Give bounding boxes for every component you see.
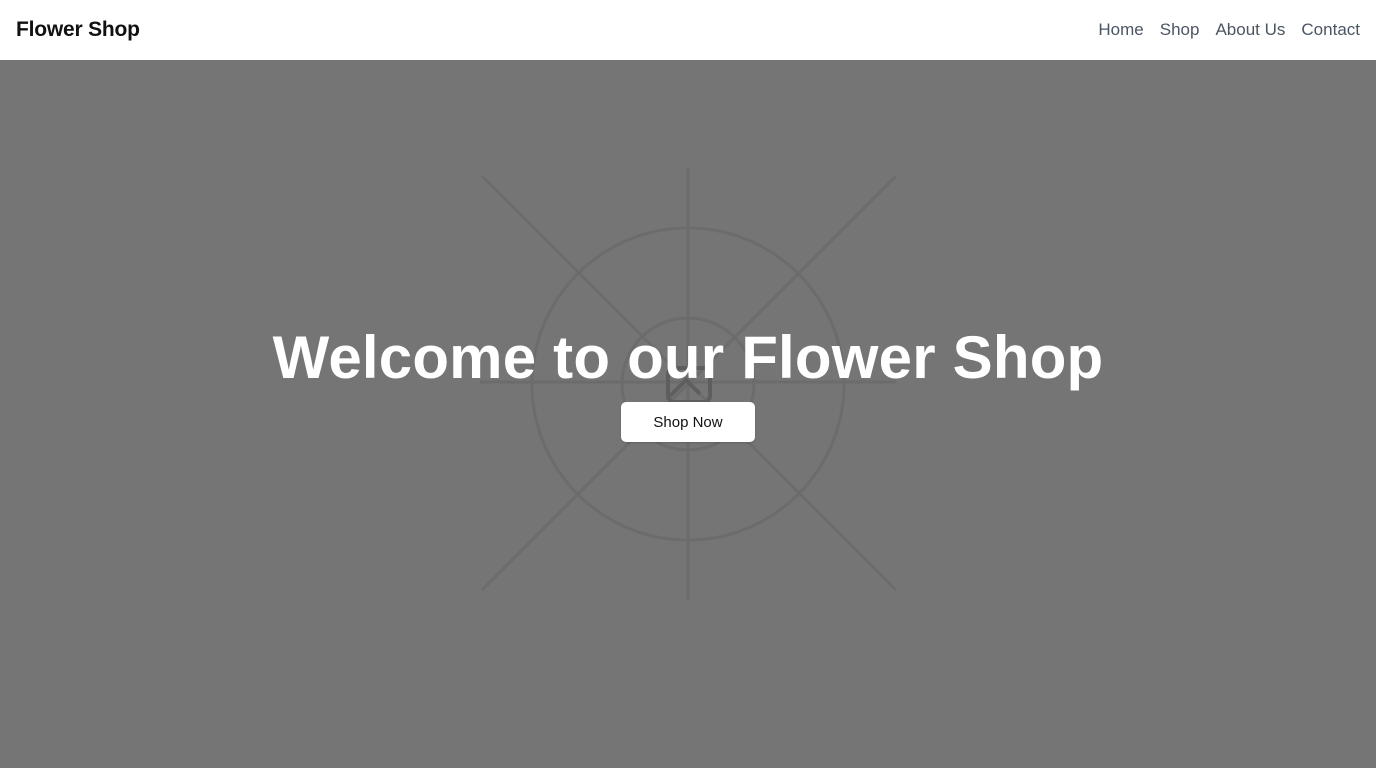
nav-links: Home Shop About Us Contact (1098, 20, 1360, 40)
nav-link-shop[interactable]: Shop (1160, 20, 1200, 39)
hero-title: Welcome to our Flower Shop (272, 324, 1104, 391)
navbar: Flower Shop Home Shop About Us Contact (0, 0, 1376, 60)
hero-section: Welcome to our Flower Shop Shop Now (0, 60, 1376, 768)
nav-link-about-us[interactable]: About Us (1215, 20, 1285, 39)
nav-item-home: Home (1098, 20, 1143, 40)
nav-link-contact[interactable]: Contact (1301, 20, 1360, 39)
brand-logo[interactable]: Flower Shop (16, 18, 140, 42)
nav-item-shop: Shop (1160, 20, 1200, 40)
nav-item-about-us: About Us (1215, 20, 1285, 40)
hero-content: Welcome to our Flower Shop Shop Now (0, 322, 1376, 442)
nav-item-contact: Contact (1301, 20, 1360, 40)
nav-link-home[interactable]: Home (1098, 20, 1143, 39)
shop-now-button[interactable]: Shop Now (621, 402, 755, 442)
